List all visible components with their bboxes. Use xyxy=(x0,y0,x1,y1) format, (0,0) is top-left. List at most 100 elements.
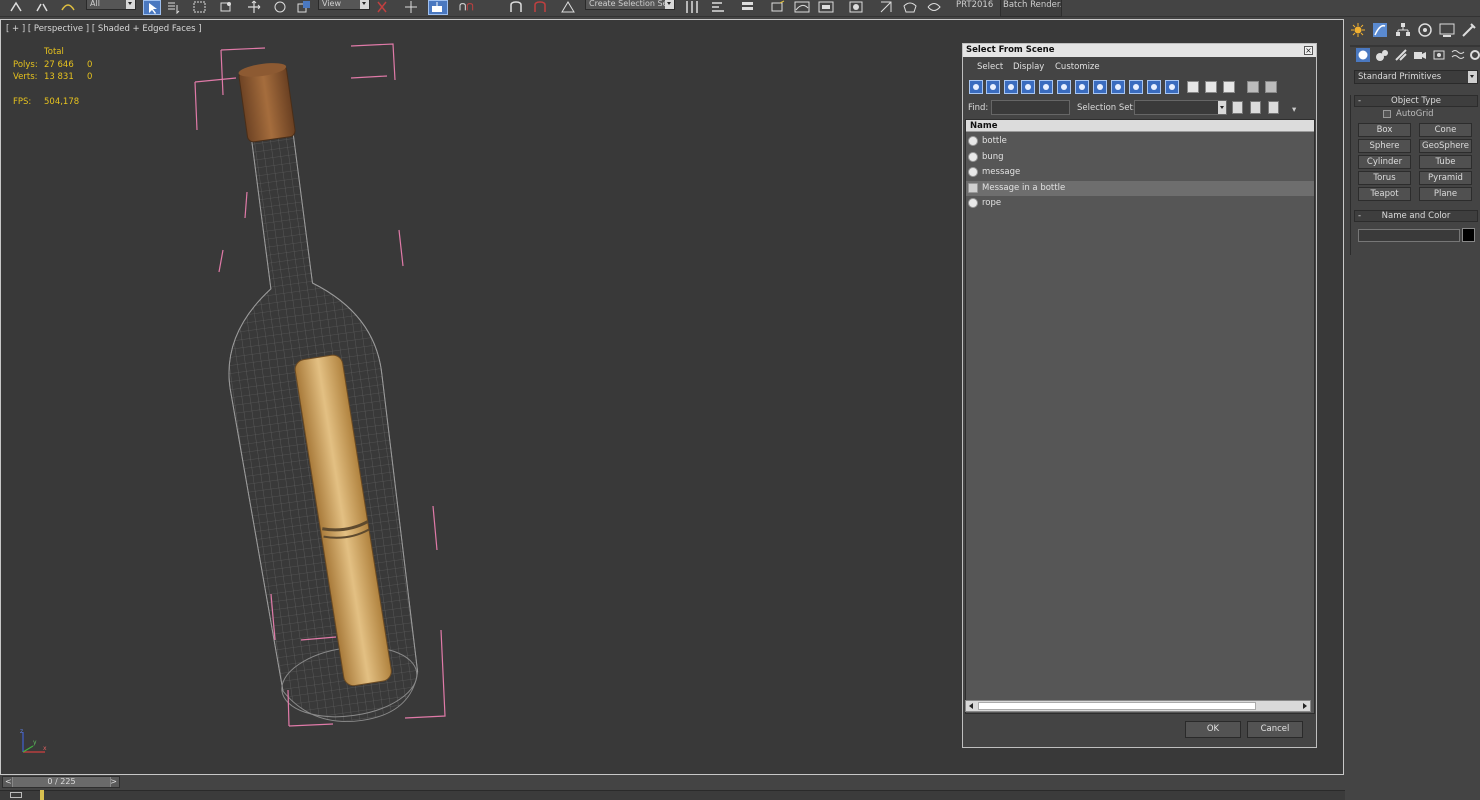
ok-button[interactable]: OK xyxy=(1185,721,1241,738)
cancel-button[interactable]: Cancel xyxy=(1247,721,1303,738)
name-column-header[interactable]: Name xyxy=(966,120,1314,132)
geometry-category-icon[interactable] xyxy=(1356,48,1370,62)
object-color-swatch[interactable] xyxy=(1462,228,1475,242)
time-slider[interactable]: < 0 / 225 > xyxy=(2,776,120,788)
autogrid-checkbox[interactable] xyxy=(1383,110,1391,118)
keyboard-shortcut-override-icon[interactable] xyxy=(428,0,448,15)
cylinder-button[interactable]: Cylinder xyxy=(1358,155,1411,169)
track-bar[interactable] xyxy=(0,790,1345,800)
selection-set-dropdown[interactable] xyxy=(1134,100,1227,115)
helpers-category-icon[interactable] xyxy=(1432,48,1446,62)
toolbar-overflow-icon[interactable]: ▾ xyxy=(1292,105,1296,115)
display-lights-icon[interactable] xyxy=(1004,80,1018,94)
create-tab-sun-icon[interactable] xyxy=(1350,22,1366,38)
curve-editor-icon[interactable] xyxy=(794,0,810,14)
display-invert-icon[interactable] xyxy=(1223,81,1235,93)
list-item-rope[interactable]: rope xyxy=(966,196,1314,211)
select-and-scale-icon[interactable] xyxy=(296,0,312,14)
scrollbar-thumb[interactable] xyxy=(978,702,1256,710)
remove-from-selection-set-icon[interactable] xyxy=(1268,101,1279,114)
display-containers-icon[interactable] xyxy=(1129,80,1143,94)
display-bones-icon[interactable] xyxy=(1111,80,1125,94)
menu-customize[interactable]: Customize xyxy=(1055,62,1100,72)
select-by-name-icon[interactable] xyxy=(166,0,182,14)
viewport-label[interactable]: [ + ] [ Perspective ] [ Shaded + Edged F… xyxy=(6,24,202,34)
cone-button[interactable]: Cone xyxy=(1419,123,1472,137)
motion-tab-icon[interactable] xyxy=(1417,22,1433,38)
bind-to-space-warp-icon[interactable] xyxy=(60,0,76,14)
display-groups-icon[interactable] xyxy=(1075,80,1089,94)
scroll-right-icon[interactable] xyxy=(1300,702,1309,710)
pivot-center-icon[interactable] xyxy=(374,0,390,14)
schematic-view-icon[interactable] xyxy=(818,0,834,14)
select-and-move-icon[interactable] xyxy=(246,0,262,14)
create-selection-set-icon[interactable] xyxy=(1232,101,1243,114)
toggle-scene-explorer-icon[interactable] xyxy=(740,0,756,14)
unlink-selection-icon[interactable] xyxy=(34,0,50,14)
list-item-message[interactable]: message xyxy=(966,165,1314,180)
render-setup-icon[interactable] xyxy=(878,0,894,14)
teapot-button[interactable]: Teapot xyxy=(1358,187,1411,201)
align-icon[interactable] xyxy=(710,0,726,14)
selection-filter-dropdown[interactable]: All xyxy=(86,0,136,10)
geosphere-button[interactable]: GeoSphere xyxy=(1419,139,1472,153)
reference-coordinate-dropdown[interactable]: View xyxy=(318,0,370,10)
display-geometry-icon[interactable] xyxy=(969,80,983,94)
modify-tab-icon[interactable] xyxy=(1372,22,1388,38)
name-and-color-rollout[interactable]: - Name and Color xyxy=(1354,210,1478,222)
display-shapes-icon[interactable] xyxy=(986,80,1000,94)
display-xrefs-icon[interactable] xyxy=(1093,80,1107,94)
track-playhead[interactable] xyxy=(40,790,44,800)
box-button[interactable]: Box xyxy=(1358,123,1411,137)
find-input[interactable] xyxy=(991,100,1070,115)
scene-object-list[interactable]: Name bottle bung message Message in a bo… xyxy=(965,119,1315,714)
rendered-frame-window-icon[interactable] xyxy=(902,0,918,14)
material-editor-icon[interactable] xyxy=(848,0,864,14)
select-and-link-icon[interactable] xyxy=(8,0,24,14)
close-icon[interactable]: × xyxy=(1304,46,1313,55)
torus-button[interactable]: Torus xyxy=(1358,171,1411,185)
display-none-icon[interactable] xyxy=(1205,81,1217,93)
select-object-icon[interactable] xyxy=(143,0,161,15)
pyramid-button[interactable]: Pyramid xyxy=(1419,171,1472,185)
sphere-button[interactable]: Sphere xyxy=(1358,139,1411,153)
space-warps-category-icon[interactable] xyxy=(1451,48,1465,62)
spinner-snap-icon[interactable] xyxy=(532,0,550,14)
filter-icon[interactable] xyxy=(1247,81,1259,93)
toggle-layer-explorer-icon[interactable] xyxy=(770,0,786,14)
display-cameras-icon[interactable] xyxy=(1021,80,1035,94)
window-crossing-icon[interactable] xyxy=(218,0,234,14)
shapes-category-icon[interactable] xyxy=(1375,48,1389,62)
edit-named-selection-icon[interactable] xyxy=(560,0,576,14)
dialog-title-bar[interactable]: Select From Scene xyxy=(963,44,1316,57)
named-selection-set-dropdown[interactable]: Create Selection Se xyxy=(585,0,675,10)
select-and-manipulate-icon[interactable] xyxy=(403,0,419,14)
list-item-message-in-a-bottle[interactable]: Message in a bottle xyxy=(966,181,1314,196)
angle-snap-icon[interactable] xyxy=(508,0,526,14)
systems-category-icon[interactable] xyxy=(1468,48,1480,62)
list-item-bung[interactable]: bung xyxy=(966,150,1314,165)
horizontal-scrollbar[interactable] xyxy=(965,700,1311,712)
display-hidden-icon[interactable] xyxy=(1165,80,1179,94)
display-tab-icon[interactable] xyxy=(1439,22,1455,38)
plane-button[interactable]: Plane xyxy=(1419,187,1472,201)
filter-options-icon[interactable] xyxy=(1265,81,1277,93)
batch-render-button[interactable]: Batch Render.. xyxy=(1000,0,1062,17)
track-bar-toggle-icon[interactable] xyxy=(10,792,22,798)
menu-select[interactable]: Select xyxy=(977,62,1003,72)
snaps-toggle-icon[interactable] xyxy=(458,0,482,14)
prt2016-button[interactable]: PRT2016 xyxy=(956,0,993,14)
rectangular-selection-region-icon[interactable] xyxy=(192,0,208,14)
list-item-bottle[interactable]: bottle xyxy=(966,134,1314,149)
object-category-dropdown[interactable]: Standard Primitives xyxy=(1354,70,1478,84)
time-prev-icon[interactable]: < xyxy=(5,777,12,787)
display-frozen-icon[interactable] xyxy=(1147,80,1161,94)
display-space-warps-icon[interactable] xyxy=(1057,80,1071,94)
add-to-selection-set-icon[interactable] xyxy=(1250,101,1261,114)
display-all-icon[interactable] xyxy=(1187,81,1199,93)
object-type-rollout[interactable]: - Object Type xyxy=(1354,95,1478,107)
menu-display[interactable]: Display xyxy=(1013,62,1044,72)
hierarchy-tab-icon[interactable] xyxy=(1395,22,1411,38)
tube-button[interactable]: Tube xyxy=(1419,155,1472,169)
cameras-category-icon[interactable] xyxy=(1413,48,1427,62)
